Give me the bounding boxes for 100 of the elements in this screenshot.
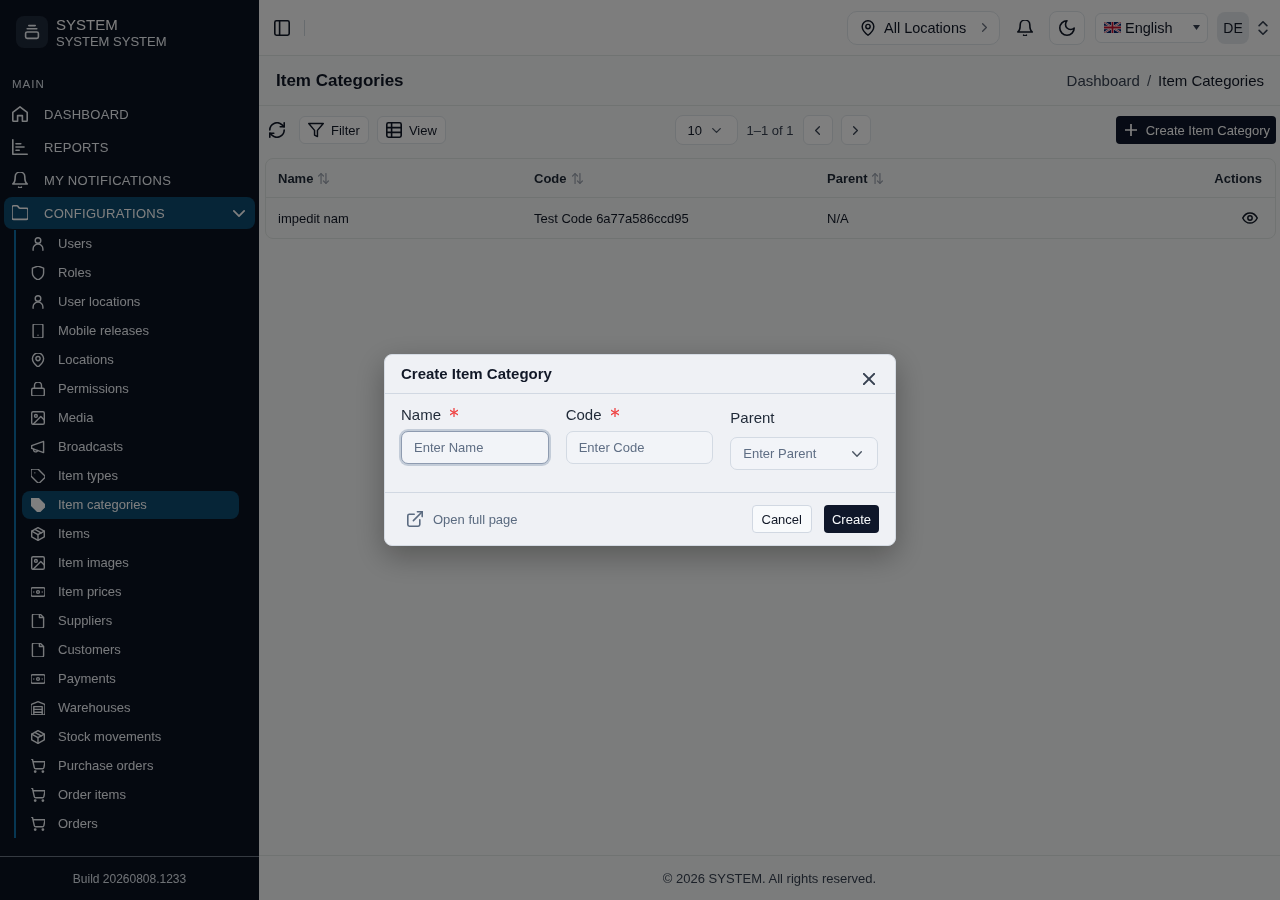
chevron-down-icon [852,450,862,457]
nav-item[interactable]: MY NOTIFICATIONS [4,164,255,196]
sidebar-panel-icon [274,19,290,36]
caret-down-icon [1193,25,1200,30]
breadcrumb-link[interactable]: Dashboard [1066,72,1140,89]
home-icon [12,106,28,122]
nav-subitem[interactable]: Suppliers [22,607,239,635]
close-icon [863,373,875,385]
map-pin-icon [31,353,45,367]
eye-icon [1242,210,1258,226]
warehouse-icon [31,701,45,715]
box-icon [31,730,45,744]
document-icon [31,643,45,657]
create-submit-button[interactable]: Create [823,505,879,533]
nav-subitem[interactable]: Media [22,404,239,432]
cart-icon [31,788,45,802]
nav-subitem[interactable]: Roles [22,259,239,287]
nav-item[interactable]: REPORTS [4,131,255,163]
nav-subitem[interactable]: Order items [22,781,239,809]
view-button[interactable] [1242,210,1258,226]
nav-subitem[interactable]: Item prices [22,578,239,606]
page-size-select[interactable]: 10 [674,115,738,145]
nav-subitem[interactable]: User locations [22,288,239,316]
cart-icon [31,759,45,773]
brand-title: SYSTEM [56,16,119,33]
dialog-title: Create Item Category [401,364,552,384]
field-label: Code [565,405,602,425]
table-cell: impedit nam [278,210,349,226]
nav-item[interactable]: DASHBOARD [4,98,255,130]
theme-toggle-button[interactable] [1049,10,1085,45]
column-header: Actions [1214,170,1262,186]
nav-item[interactable]: CONFIGURATIONS [4,197,255,229]
nav-subitem[interactable]: Warehouses [22,694,239,722]
brand-subtitle: SYSTEM SYSTEM [56,33,167,50]
tag-icon [31,498,45,512]
open-full-page-link[interactable]: Open full page [407,511,518,527]
nav-subitem[interactable]: Purchase orders [22,752,239,780]
banknote-icon [31,585,45,599]
nav-subitem[interactable]: Stock movements [22,723,239,751]
close-button[interactable] [860,370,878,388]
nav-subitem[interactable]: Item types [22,462,239,490]
avatar[interactable]: DE [1217,11,1249,44]
filter-icon [308,122,324,138]
table-cell: N/A [827,210,849,226]
create-button[interactable]: Create Item Category [1115,116,1276,144]
chevrons-up-down-icon[interactable] [1258,20,1268,35]
nav-subitem[interactable]: Orders [22,810,239,838]
nav-subitem[interactable]: Items [22,520,239,548]
logo-icon [16,16,48,48]
table-icon [385,122,402,138]
refresh-icon [269,122,285,138]
chevron-right-icon [982,23,987,32]
language-select[interactable]: English [1095,12,1208,43]
image-icon [31,411,45,425]
box-icon [31,527,45,541]
nav-subitem[interactable]: Broadcasts [22,433,239,461]
nav-subitem[interactable]: Payments [22,665,239,693]
page-title: Item Categories [276,70,404,91]
external-link-icon [407,511,423,527]
nav-subitem[interactable]: Mobile releases [22,317,239,345]
shield-icon [31,266,45,280]
table-cell: Test Code 6a77a586ccd95 [534,210,689,226]
copyright-text: © 2026 SYSTEM. All rights reserved. [662,870,877,886]
view-options-button[interactable]: View [376,116,446,144]
chevron-right-icon [853,125,858,135]
field-label: Name [401,405,441,425]
tag-icon [31,469,45,483]
bell-icon [1017,19,1033,36]
flag-icon [1104,22,1121,33]
map-pin-icon [860,19,876,36]
image-icon [31,556,45,570]
lock-icon [31,382,45,396]
cancel-button[interactable]: Cancel [751,505,812,533]
select-field[interactable]: Enter Parent [730,437,878,470]
cart-icon [31,817,45,831]
chart-icon [12,139,28,155]
document-icon [31,614,45,628]
nav-subitem[interactable]: Users [22,230,239,258]
sortable-column-header[interactable]: Parent [827,170,884,186]
phone-icon [31,324,45,338]
person-icon [31,237,45,251]
chevron-down-icon [711,127,721,133]
nav-subitem[interactable]: Customers [22,636,239,664]
nav-subitem[interactable]: Item categories [22,491,239,519]
moon-icon [1059,19,1075,36]
breadcrumb-current: Item Categories [1158,72,1264,89]
refresh-button[interactable] [269,122,285,138]
nav-subitem[interactable]: Permissions [22,375,239,403]
sortable-column-header[interactable]: Code [534,170,583,186]
pagination-range: 1–1 of 1 [746,122,794,138]
location-button[interactable]: All Locations [847,10,1000,45]
banknote-icon [31,672,45,686]
sortable-column-header[interactable]: Name [278,170,330,186]
person-icon [31,295,45,309]
text-input[interactable]: Enter Name [401,431,549,464]
nav-subitem[interactable]: Locations [22,346,239,374]
field-label: Parent [730,408,775,428]
breadcrumb-separator: / [1146,72,1152,89]
nav-subitem[interactable]: Item images [22,549,239,577]
filter-button[interactable]: Filter [299,116,369,144]
